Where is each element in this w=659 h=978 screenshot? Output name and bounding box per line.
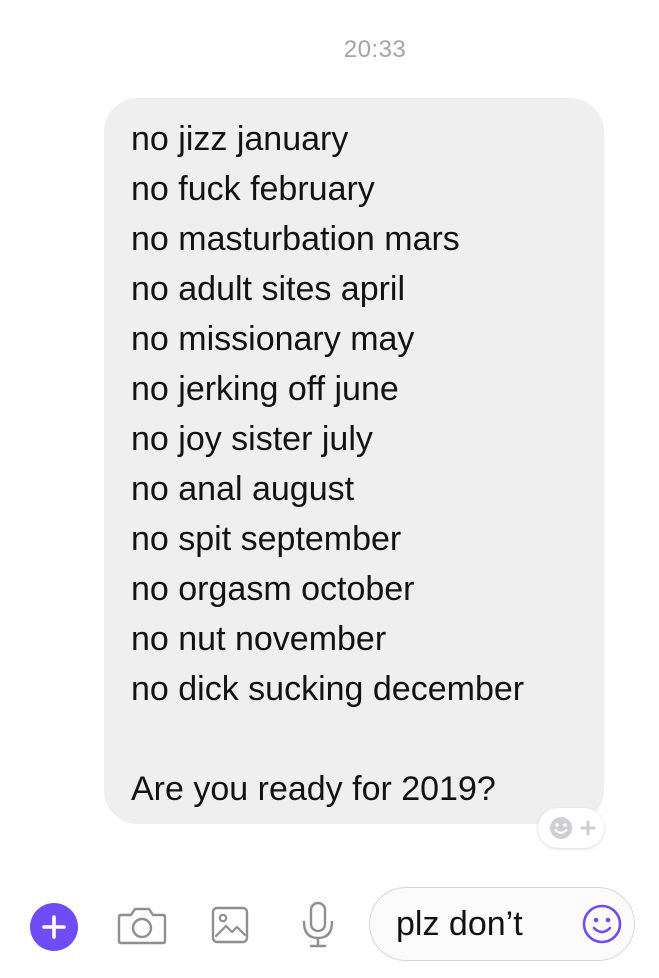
message-line: no dick sucking december	[131, 670, 525, 708]
emoji-icon	[582, 904, 622, 944]
microphone-icon	[302, 901, 334, 948]
message-input-text: plz don’t	[396, 905, 523, 943]
add-reaction-button[interactable]	[538, 808, 604, 848]
more-actions-button[interactable]	[30, 903, 78, 951]
message-line: no jerking off june	[131, 370, 399, 408]
image-icon	[211, 906, 249, 944]
message-line: no fuck february	[131, 170, 375, 208]
emoji-button[interactable]	[580, 902, 624, 946]
message-line: Are you ready for 2019?	[131, 770, 496, 808]
message-composer: plz don’t	[0, 872, 659, 978]
add-reaction-icon	[550, 817, 596, 839]
message-line-blank	[131, 714, 604, 764]
message-line: no adult sites april	[131, 270, 406, 308]
message-line: no spit september	[131, 520, 402, 558]
message-line: no nut november	[131, 620, 387, 658]
message-line: no jizz january	[131, 120, 349, 158]
message-line: no missionary may	[131, 320, 415, 358]
message-line: no masturbation mars	[131, 220, 460, 258]
camera-icon	[117, 907, 167, 945]
voice-button[interactable]	[298, 872, 338, 978]
message-line: no anal august	[131, 470, 355, 508]
message-input[interactable]: plz don’t	[369, 887, 635, 961]
gallery-button[interactable]	[208, 872, 252, 978]
message-line: no joy sister july	[131, 420, 373, 458]
plus-icon	[42, 915, 66, 939]
camera-button[interactable]	[116, 872, 168, 978]
message-line: no orgasm october	[131, 570, 415, 608]
message-timestamp: 20:33	[343, 36, 407, 63]
message-bubble[interactable]: no jizz january no fuck february no mast…	[104, 98, 604, 824]
